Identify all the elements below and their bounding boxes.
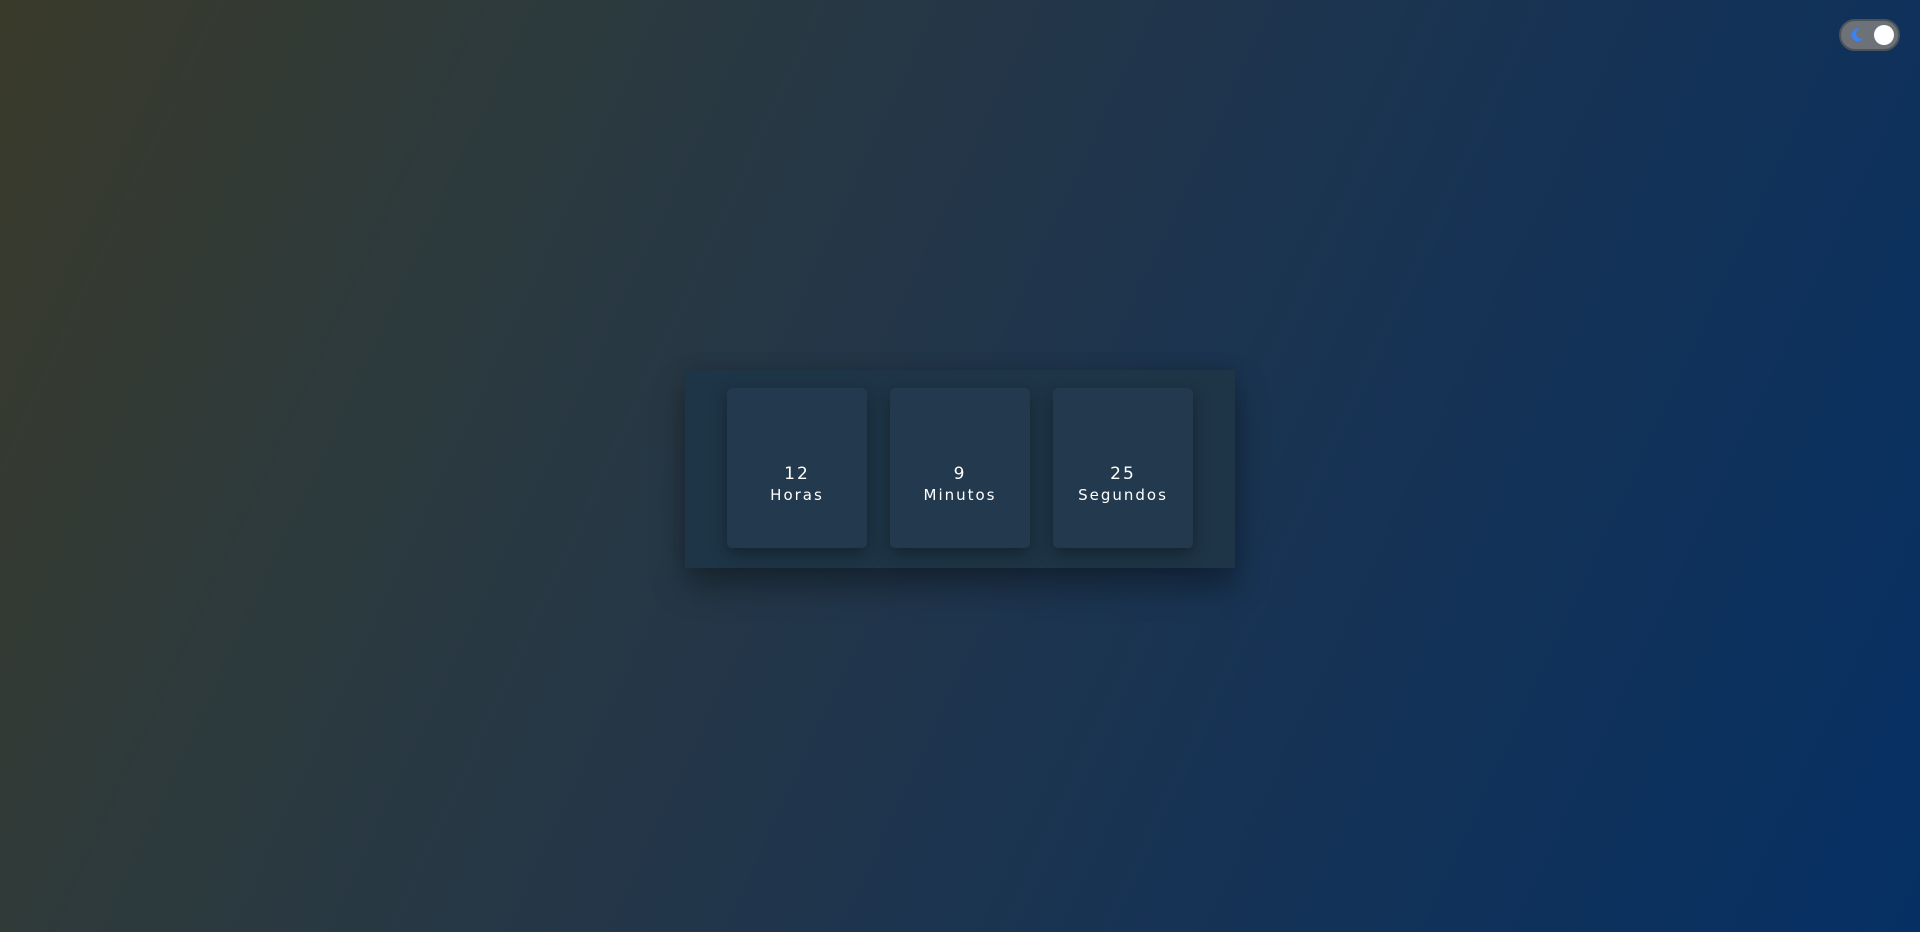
hours-card: 12 Horas [727,388,867,548]
hours-label: Horas [770,486,824,504]
hours-value: 12 [784,464,810,484]
minutes-card: 9 Minutos [890,388,1030,548]
countdown-panel: 12 Horas 9 Minutos 25 Segundos [685,370,1235,568]
seconds-value: 25 [1110,464,1136,484]
minutes-value: 9 [953,464,967,484]
toggle-knob [1874,25,1894,45]
seconds-card: 25 Segundos [1053,388,1193,548]
theme-toggle[interactable] [1839,19,1900,51]
moon-icon [1851,28,1864,42]
minutes-label: Minutos [923,486,997,504]
seconds-label: Segundos [1078,486,1168,504]
